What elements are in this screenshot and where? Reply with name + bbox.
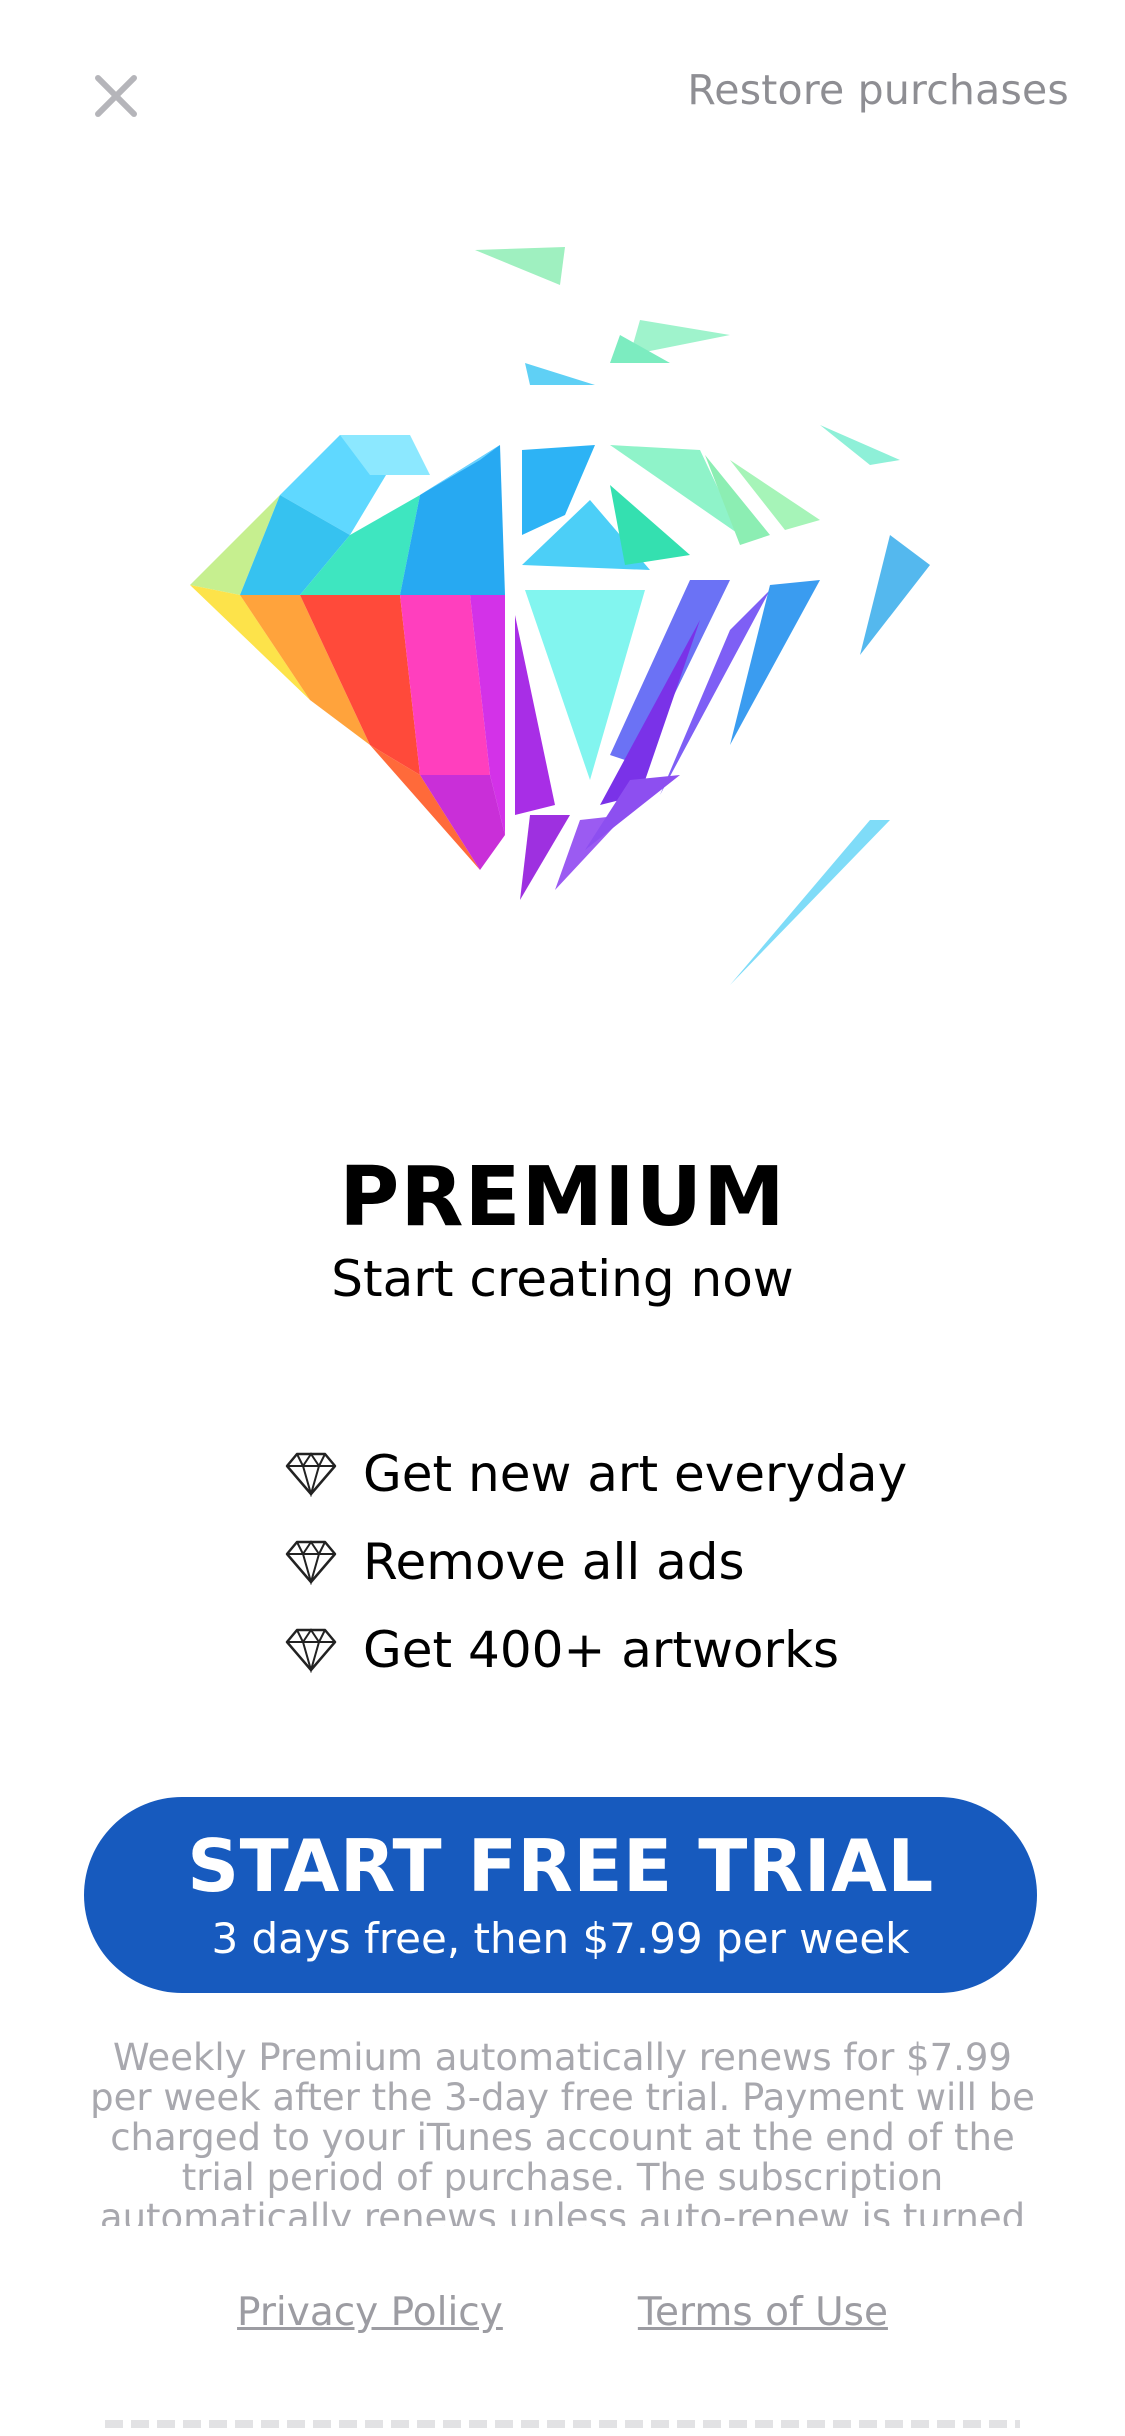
cta-sublabel: 3 days free, then $7.99 per week bbox=[211, 1914, 910, 1963]
feature-label: Get 400+ artworks bbox=[363, 1621, 840, 1679]
premium-subtitle: Start creating now bbox=[331, 1250, 794, 1308]
diamond-outline-icon bbox=[285, 1627, 337, 1673]
restore-purchases-link[interactable]: Restore purchases bbox=[687, 66, 1069, 114]
cta-label: START FREE TRIAL bbox=[187, 1824, 934, 1908]
close-icon bbox=[95, 75, 137, 117]
feature-item: Get 400+ artworks bbox=[285, 1606, 985, 1694]
feature-item: Get new art everyday bbox=[285, 1430, 985, 1518]
start-free-trial-button[interactable]: START FREE TRIAL 3 days free, then $7.99… bbox=[84, 1797, 1037, 1993]
subscription-terms-text: Weekly Premium automatically renews for … bbox=[90, 2038, 1035, 2226]
feature-label: Remove all ads bbox=[363, 1533, 745, 1591]
feature-label: Get new art everyday bbox=[363, 1445, 908, 1503]
premium-title: PREMIUM bbox=[339, 1150, 786, 1245]
diamond-outline-icon bbox=[285, 1451, 337, 1497]
diamond-outline-icon bbox=[285, 1539, 337, 1585]
footer-links: Privacy Policy Terms of Use bbox=[0, 2290, 1125, 2335]
terms-of-use-link[interactable]: Terms of Use bbox=[638, 2290, 888, 2335]
privacy-policy-link[interactable]: Privacy Policy bbox=[237, 2290, 503, 2335]
feature-item: Remove all ads bbox=[285, 1518, 985, 1606]
bottom-fade-bar bbox=[105, 2420, 1020, 2428]
diamond-illustration bbox=[170, 235, 960, 1035]
feature-list: Get new art everyday Remove all ads Get … bbox=[285, 1430, 985, 1694]
close-button[interactable] bbox=[90, 70, 142, 122]
